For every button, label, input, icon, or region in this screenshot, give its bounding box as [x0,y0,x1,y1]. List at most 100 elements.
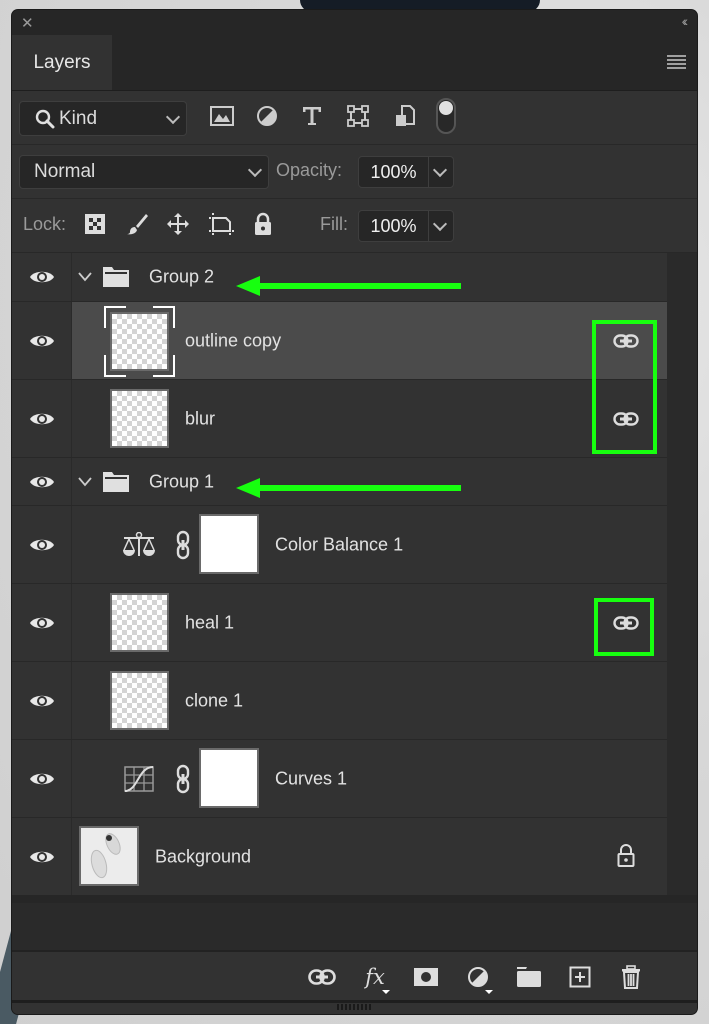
blend-mode-dropdown[interactable]: Normal [19,155,269,189]
new-group-icon[interactable] [514,964,544,990]
visibility-eye-icon[interactable] [12,818,72,895]
lock-label: Lock: [23,214,67,234]
blend-row: Normal Opacity: 100% [12,145,697,199]
layer-row-clone-1[interactable]: clone 1 [12,662,667,740]
opacity-value[interactable]: 100% [359,157,429,187]
filter-row: Kind [12,91,697,145]
folder-icon [103,267,129,287]
link-icon [613,333,639,348]
fill-field[interactable]: 100% [358,210,454,242]
visibility-eye-icon[interactable] [12,380,72,457]
link-icon [613,411,639,426]
tab-layers[interactable]: Layers [12,35,112,90]
filter-toggle-switch[interactable] [436,98,456,134]
chevron-down-icon [432,162,448,178]
fill-value[interactable]: 100% [359,211,429,241]
layer-name: Group 2 [149,266,215,287]
layers-list-area: Group 2 outline copy blur Group 1 Color … [12,253,697,895]
visibility-eye-icon[interactable] [12,302,72,379]
lock-image-pixels-icon[interactable] [123,210,151,238]
fill-label: Fill: [320,214,348,234]
hamburger-menu-icon[interactable] [667,55,686,71]
layer-row-curves-1[interactable]: Curves 1 [12,740,667,818]
blend-mode-value: Normal [34,161,96,182]
double-chevron-left-icon[interactable]: ‹‹ [682,13,689,29]
visibility-eye-icon[interactable] [12,253,72,301]
layers-footer-toolbar: fx [12,950,697,1002]
visibility-eye-icon[interactable] [12,506,72,583]
panel-resize-grip[interactable] [12,1000,697,1014]
lock-all-icon[interactable] [249,210,277,238]
chevron-down-icon [247,162,263,178]
layer-mask-thumbnail[interactable] [199,514,259,574]
search-icon [35,109,55,128]
adjustment-layer-filter-icon[interactable] [253,102,281,130]
group-expand-chevron-icon[interactable] [78,477,92,487]
layer-row-background[interactable]: Background [12,818,667,895]
panel-tabbar: Layers [12,35,697,91]
mask-link-chain-icon[interactable] [176,764,190,794]
layer-name: Background [155,846,252,866]
selection-corner-brackets [104,306,175,377]
layer-name: Group 1 [149,471,215,491]
fill-dropdown-button[interactable] [429,211,453,241]
delete-layer-icon[interactable] [616,964,646,990]
new-layer-icon[interactable] [565,964,595,990]
layer-row-group-1[interactable]: Group 1 [12,458,667,506]
layer-thumbnail[interactable] [110,593,169,652]
panel-titlebar: ✕ ‹‹ [12,10,697,35]
close-icon[interactable]: ✕ [21,14,34,32]
add-mask-icon[interactable] [411,964,441,990]
layer-thumbnail[interactable] [110,671,169,730]
lock-transparent-pixels-icon[interactable] [81,210,109,238]
new-adjustment-layer-icon[interactable] [463,964,493,994]
visibility-eye-icon[interactable] [12,458,72,505]
layer-name: outline copy [185,330,282,350]
link-icon [613,615,639,630]
layer-name: blur [185,408,216,428]
background-photo-thumbnail[interactable] [79,826,139,886]
lock-row: Lock: Fill: 100% [12,199,697,253]
layer-name: heal 1 [185,612,235,632]
layer-row-outline-copy[interactable]: outline copy [12,302,667,380]
lock-artboard-icon[interactable] [207,210,235,238]
folder-icon [103,472,129,492]
layers-scrollbar[interactable] [667,253,697,895]
visibility-eye-icon[interactable] [12,584,72,661]
dropdown-triangle-icon [485,990,493,994]
lock-position-icon[interactable] [164,210,192,238]
layer-mask-thumbnail[interactable] [199,748,259,808]
layers-empty-space [12,903,697,950]
chevron-down-icon [432,216,448,232]
shape-layer-filter-icon[interactable] [344,102,372,130]
fx-layer-style-icon[interactable]: fx [360,964,390,994]
pixel-layer-filter-icon[interactable] [208,102,236,130]
layer-name: Curves 1 [275,768,348,788]
layers-list: Group 2 outline copy blur Group 1 Color … [12,253,667,895]
layer-controls: Kind Normal Opacity: 100% Lock: Fill: 10… [12,91,697,253]
dropdown-triangle-icon [382,990,390,994]
type-layer-filter-icon[interactable] [298,102,326,130]
layer-locked-icon[interactable] [617,844,635,868]
layer-thumbnail[interactable] [110,389,169,448]
layer-name: Color Balance 1 [275,534,404,554]
group-expand-chevron-icon[interactable] [78,272,92,282]
filter-kind-label: Kind [59,107,98,129]
layer-row-heal-1[interactable]: heal 1 [12,584,667,662]
mask-link-chain-icon[interactable] [176,530,190,560]
opacity-field[interactable]: 100% [358,156,454,188]
opacity-dropdown-button[interactable] [429,157,453,187]
layer-row-blur[interactable]: blur [12,380,667,458]
visibility-eye-icon[interactable] [12,662,72,739]
layer-row-group-2[interactable]: Group 2 [12,253,667,302]
link-layers-icon[interactable] [307,964,337,990]
filter-kind-dropdown[interactable]: Kind [19,101,187,136]
visibility-eye-icon[interactable] [12,740,72,817]
opacity-label: Opacity: [276,160,343,180]
fx-label: fx [365,965,385,989]
layer-row-color-balance-1[interactable]: Color Balance 1 [12,506,667,584]
smart-object-filter-icon[interactable] [391,102,419,130]
chevron-down-icon [165,109,181,124]
color-balance-scale-icon [123,532,155,556]
curves-adjustment-icon [124,766,154,792]
